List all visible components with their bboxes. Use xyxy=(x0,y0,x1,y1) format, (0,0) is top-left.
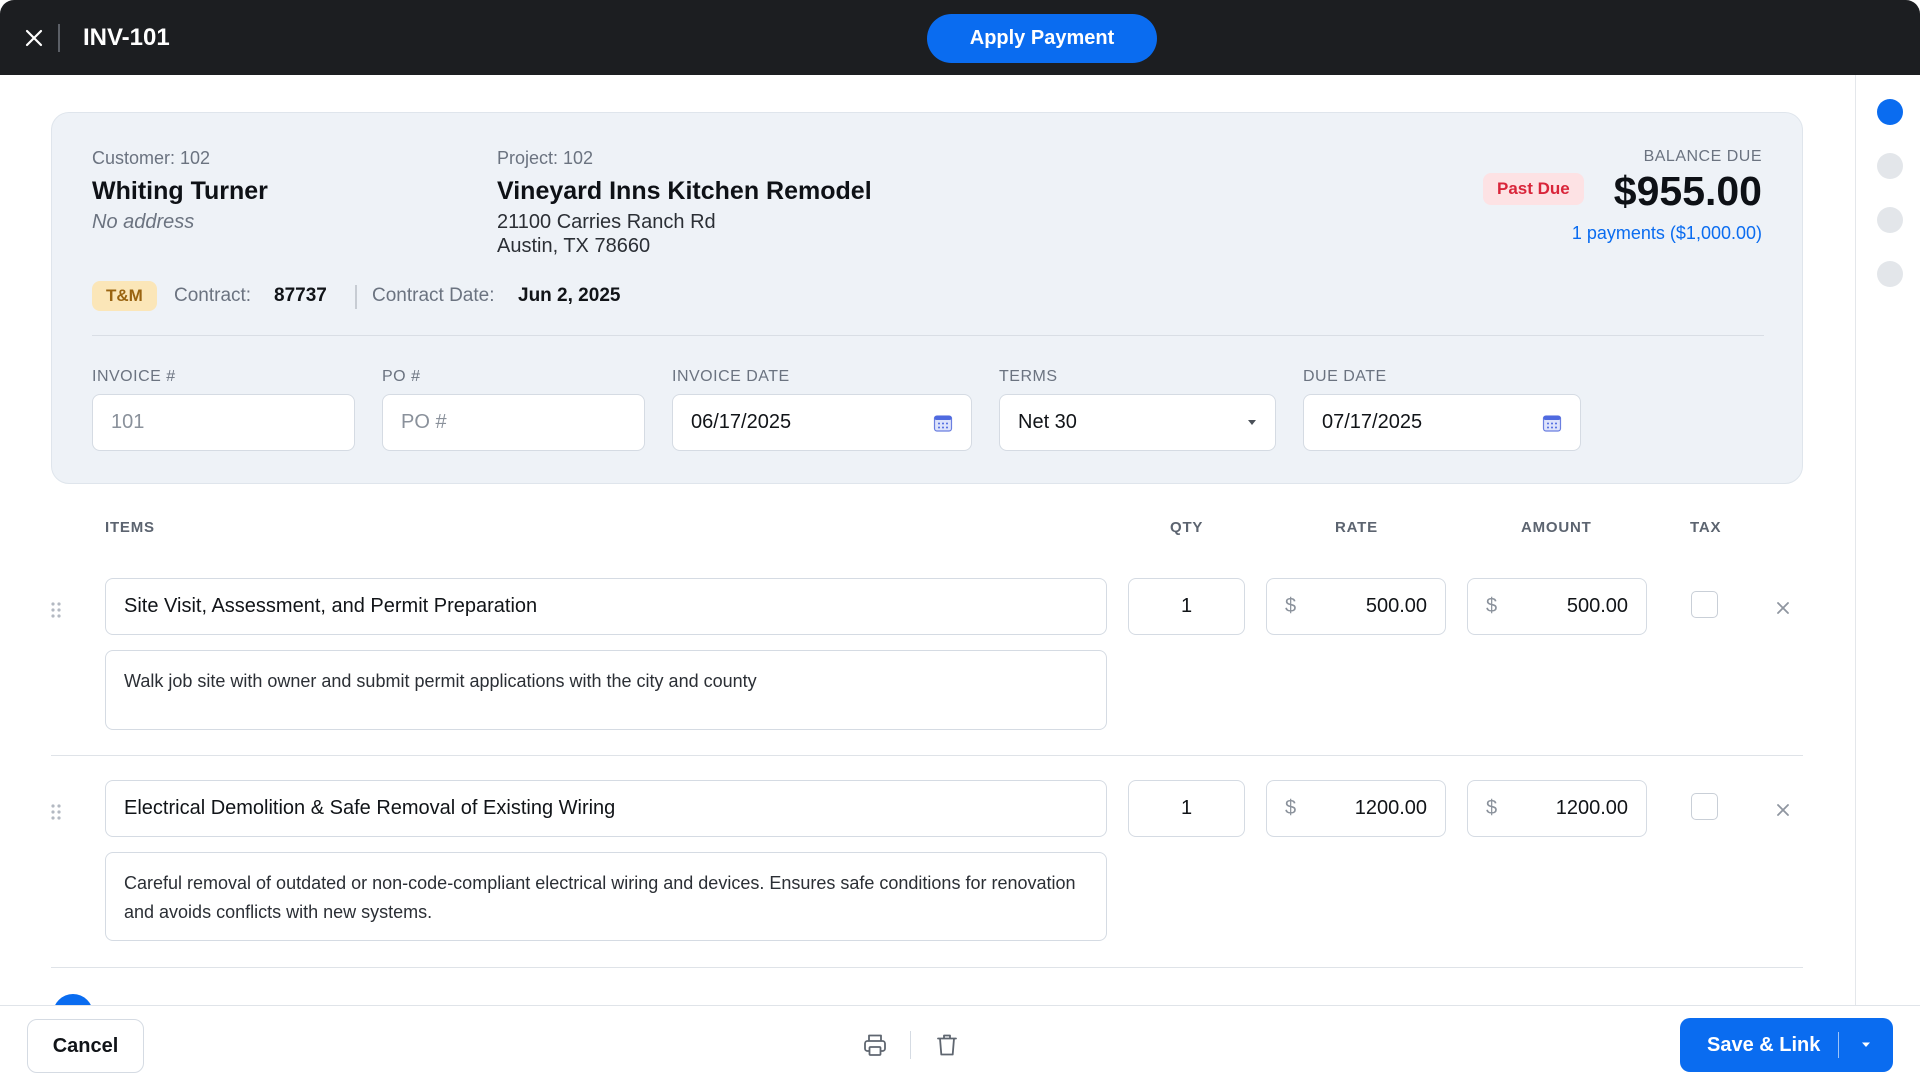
contract-separator xyxy=(355,285,357,309)
drag-handle-icon[interactable] xyxy=(49,600,63,620)
terms-select[interactable]: Net 30 xyxy=(999,394,1276,451)
po-number-label: PO # xyxy=(382,368,421,385)
invoice-date-value: 06/17/2025 xyxy=(691,411,792,433)
footer-separator xyxy=(910,1031,911,1059)
save-and-link-button[interactable]: Save & Link xyxy=(1680,1018,1893,1072)
balance-due-amount: $955.00 xyxy=(1613,168,1762,214)
cancel-button[interactable]: Cancel xyxy=(27,1019,144,1073)
contract-date-value: Jun 2, 2025 xyxy=(518,285,621,306)
item-rate-value: 500.00 xyxy=(1365,595,1427,617)
save-and-link-label: Save & Link xyxy=(1707,1033,1821,1056)
column-header-amount: AMOUNT xyxy=(1521,519,1592,536)
status-badge: Past Due xyxy=(1483,173,1584,205)
column-header-qty: QTY xyxy=(1170,519,1204,536)
item-rate-input[interactable]: $ 1200.00 xyxy=(1266,780,1446,837)
column-header-rate: RATE xyxy=(1335,519,1378,536)
item-tax-checkbox[interactable] xyxy=(1691,793,1718,820)
customer-name: Whiting Turner xyxy=(92,177,268,205)
project-label: Project: 102 xyxy=(497,148,594,168)
customer-label: Customer: 102 xyxy=(92,148,211,168)
header-divider xyxy=(58,24,60,52)
item-name-input[interactable]: Site Visit, Assessment, and Permit Prepa… xyxy=(105,578,1107,635)
terms-value: Net 30 xyxy=(1018,411,1077,433)
invoice-date-label: INVOICE DATE xyxy=(672,368,790,385)
item-name-input[interactable]: Electrical Demolition & Safe Removal of … xyxy=(105,780,1107,837)
add-item-button[interactable] xyxy=(53,994,93,1005)
po-number-field[interactable] xyxy=(382,394,645,451)
balance-due-label: BALANCE DUE xyxy=(1643,148,1762,165)
item-qty-input[interactable]: 1 xyxy=(1128,780,1245,837)
customer-address: No address xyxy=(92,211,195,233)
drag-handle-icon[interactable] xyxy=(49,802,63,822)
item-amount-input[interactable]: $ 500.00 xyxy=(1467,578,1647,635)
billing-type-badge: T&M xyxy=(92,281,157,311)
project-address-line2: Austin, TX 78660 xyxy=(497,235,651,257)
invoice-editor: Customer: 102 Whiting Turner No address … xyxy=(0,75,1855,1005)
column-header-tax: TAX xyxy=(1690,519,1722,536)
due-date-value: 07/17/2025 xyxy=(1322,411,1423,433)
invoice-summary-card: Customer: 102 Whiting Turner No address … xyxy=(51,112,1803,484)
row-divider xyxy=(51,967,1803,968)
print-icon[interactable] xyxy=(862,1032,888,1058)
item-amount-value: 1200.00 xyxy=(1555,797,1628,819)
invoice-number-field[interactable] xyxy=(92,394,355,451)
chevron-down-icon xyxy=(1247,419,1257,427)
due-date-label: DUE DATE xyxy=(1303,368,1387,385)
item-rate-value: 1200.00 xyxy=(1354,797,1427,819)
item-amount-input[interactable]: $ 1200.00 xyxy=(1467,780,1647,837)
section-nav-rail xyxy=(1855,75,1920,1005)
card-divider xyxy=(92,335,1764,336)
header-bar: INV-101 Apply Payment xyxy=(0,0,1920,75)
currency-symbol: $ xyxy=(1285,595,1297,617)
section-nav-dot[interactable] xyxy=(1877,153,1903,179)
section-nav-dot[interactable] xyxy=(1877,99,1903,125)
contract-date-label: Contract Date: xyxy=(372,285,495,306)
apply-payment-button[interactable]: Apply Payment xyxy=(927,14,1157,63)
item-rate-input[interactable]: $ 500.00 xyxy=(1266,578,1446,635)
invoice-date-field[interactable]: 06/17/2025 xyxy=(672,394,972,451)
terms-label: TERMS xyxy=(999,368,1058,385)
calendar-icon[interactable] xyxy=(1542,413,1562,433)
project-name: Vineyard Inns Kitchen Remodel xyxy=(497,177,872,205)
project-address-line1: 21100 Carries Ranch Rd xyxy=(497,211,716,233)
invoice-number-label: INVOICE # xyxy=(92,368,176,385)
currency-symbol: $ xyxy=(1285,797,1297,819)
remove-icon[interactable] xyxy=(1775,802,1791,818)
section-nav-dot[interactable] xyxy=(1877,261,1903,287)
calendar-icon[interactable] xyxy=(933,413,953,433)
section-nav-dot[interactable] xyxy=(1877,207,1903,233)
item-amount-value: 500.00 xyxy=(1566,595,1628,617)
invoice-number-input[interactable] xyxy=(111,411,336,434)
close-icon xyxy=(25,29,43,47)
invoice-title: INV-101 xyxy=(83,24,170,51)
contract-label: Contract: xyxy=(174,285,252,306)
trash-icon[interactable] xyxy=(934,1032,960,1058)
po-number-input[interactable] xyxy=(401,411,626,434)
footer-bar: Cancel Save & Link xyxy=(0,1005,1920,1080)
row-divider xyxy=(51,755,1803,756)
currency-symbol: $ xyxy=(1486,797,1498,819)
item-tax-checkbox[interactable] xyxy=(1691,591,1718,618)
item-description-input[interactable]: Walk job site with owner and submit perm… xyxy=(105,650,1107,730)
item-qty-input[interactable]: 1 xyxy=(1128,578,1245,635)
contract-value: 87737 xyxy=(274,285,327,306)
item-description-input[interactable]: Careful removal of outdated or non-code-… xyxy=(105,852,1107,941)
payments-link[interactable]: 1 payments ($1,000.00) xyxy=(1572,223,1762,244)
due-date-field[interactable]: 07/17/2025 xyxy=(1303,394,1581,451)
remove-icon[interactable] xyxy=(1775,600,1791,616)
column-header-items: ITEMS xyxy=(105,519,155,536)
close-button[interactable] xyxy=(20,24,48,52)
currency-symbol: $ xyxy=(1486,595,1498,617)
chevron-down-icon[interactable] xyxy=(1839,1041,1893,1049)
